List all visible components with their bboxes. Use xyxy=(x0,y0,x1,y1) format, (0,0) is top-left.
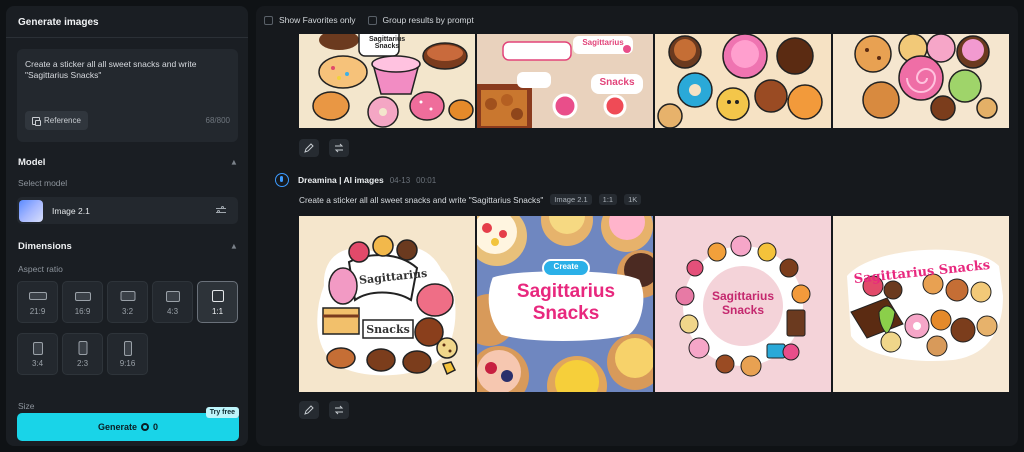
edit-button[interactable] xyxy=(299,139,319,157)
char-count: 68/800 xyxy=(205,116,230,125)
model-section-title: Model xyxy=(18,157,46,168)
prompt-text[interactable]: Create a sticker all all sweet snacks an… xyxy=(25,59,225,81)
generation-header: Dreamina | AI images 04-13 00:01 xyxy=(275,173,436,187)
ratio-label: 9:16 xyxy=(119,359,136,368)
regenerate-button[interactable] xyxy=(329,139,349,157)
size-label: Size xyxy=(18,401,35,411)
ratio-label: 16:9 xyxy=(74,307,91,316)
result-image[interactable]: Sagittarius Snacks xyxy=(477,34,653,128)
refresh-icon xyxy=(334,143,344,153)
app-root: Generate images Create a sticker all all… xyxy=(0,0,1024,452)
resolution-tag: 1K xyxy=(624,194,642,205)
generate-label: Generate xyxy=(97,422,137,432)
ratio-16-9[interactable]: 16:9 xyxy=(62,281,103,323)
ratio-9-16[interactable]: 9:16 xyxy=(107,333,148,375)
sticker-text: Sagittarius xyxy=(711,289,774,303)
try-free-badge: Try free xyxy=(205,407,239,418)
result-image[interactable]: Sagittarius Snacks xyxy=(299,216,475,392)
ratio-label: 21:9 xyxy=(29,307,46,316)
model-tag: Image 2.1 xyxy=(550,194,592,205)
chevron-up-icon[interactable]: ▼ xyxy=(230,158,238,167)
ratio-3-4[interactable]: 3:4 xyxy=(17,333,58,375)
sticker-badge: Create xyxy=(553,262,579,271)
sticker-art xyxy=(317,235,458,376)
dimensions-section-title: Dimensions xyxy=(18,241,72,252)
favorites-label[interactable]: Show Favorites only xyxy=(279,15,356,25)
ratio-label: 2:3 xyxy=(76,359,89,368)
ratio-label: 3:2 xyxy=(121,307,134,316)
sticker-text: Sagittarius Snacks xyxy=(369,36,406,50)
sticker-art xyxy=(657,34,823,128)
sticker-art xyxy=(854,34,998,121)
sticker-text: Snacks xyxy=(599,77,635,88)
sticker-art xyxy=(847,249,1003,361)
generate-cost: 0 xyxy=(153,422,159,432)
panel-title: Generate images xyxy=(6,6,248,38)
ratio-label: 3:4 xyxy=(31,359,44,368)
ratio-label: 4:3 xyxy=(166,307,179,316)
result-image[interactable] xyxy=(655,34,831,128)
ratio-1-1[interactable]: 1:1 xyxy=(197,281,238,323)
author-name: Dreamina | AI images xyxy=(298,175,384,185)
ratio-4-3[interactable]: 4:3 xyxy=(152,281,193,323)
filter-bar: Show Favorites only Group results by pro… xyxy=(264,15,474,25)
ratio-shape-icon xyxy=(120,291,135,301)
generation-date: 04-13 xyxy=(389,175,411,185)
generate-button[interactable]: Generate 0 Try free xyxy=(17,407,239,441)
generate-panel: Generate images Create a sticker all all… xyxy=(6,6,248,446)
result-image[interactable] xyxy=(833,34,1009,128)
dreamina-logo-icon xyxy=(275,173,289,187)
sticker-text: Sagittarius xyxy=(516,281,616,302)
ratio-shape-icon xyxy=(211,290,224,302)
sticker-text: Snacks xyxy=(721,303,765,317)
ratio-2-3[interactable]: 2:3 xyxy=(62,333,103,375)
pencil-icon xyxy=(304,143,314,153)
results-panel: Show Favorites only Group results by pro… xyxy=(256,6,1018,446)
top-image-row: Sagittarius Snacks Sagittarius Snacks xyxy=(299,34,1009,128)
chevron-up-icon[interactable]: ▼ xyxy=(230,242,238,251)
generation-prompt: Create a sticker all all sweet snacks an… xyxy=(299,194,544,205)
ratio-3-2[interactable]: 3:2 xyxy=(107,281,148,323)
ratio-shape-icon xyxy=(74,292,91,301)
reference-button[interactable]: Reference xyxy=(25,111,88,130)
edit-button[interactable] xyxy=(299,401,319,419)
aspect-ratio-label: Aspect ratio xyxy=(18,264,63,274)
model-name: Image 2.1 xyxy=(52,205,90,216)
result-image[interactable]: Sagittarius Snacks xyxy=(299,34,475,128)
ratio-label: 1:1 xyxy=(211,307,224,316)
group-checkbox[interactable] xyxy=(367,15,377,25)
ratio-shape-icon xyxy=(32,342,43,355)
ratio-21-9[interactable]: 21:9 xyxy=(17,281,58,323)
favorites-checkbox[interactable] xyxy=(264,15,273,25)
generation-time: 00:01 xyxy=(416,175,437,185)
ratio-shape-icon xyxy=(123,341,132,356)
reference-label: Reference xyxy=(44,116,81,125)
bottom-image-row: Sagittarius Snacks Create Sagittarius Sn… xyxy=(299,216,1009,392)
ratio-shape-icon xyxy=(165,291,180,302)
prompt-input[interactable]: Create a sticker all all sweet snacks an… xyxy=(17,49,238,142)
settings-sliders-icon[interactable] xyxy=(216,206,226,215)
sticker-text: Snacks xyxy=(532,303,600,324)
sticker-text: Sagittarius xyxy=(582,38,624,47)
select-model-label: Select model xyxy=(18,178,68,188)
model-selector[interactable]: Image 2.1 xyxy=(17,197,238,224)
ratio-tag: 1:1 xyxy=(598,194,618,205)
pencil-icon xyxy=(304,405,314,415)
credit-icon xyxy=(141,423,149,431)
generation-prompt-row: Create a sticker all all sweet snacks an… xyxy=(299,194,642,205)
ratio-shape-icon xyxy=(78,341,87,355)
regenerate-button[interactable] xyxy=(329,401,349,419)
reference-icon xyxy=(32,116,41,126)
result-image[interactable]: Sagittarius Snacks xyxy=(833,216,1009,392)
model-thumbnail xyxy=(19,199,43,222)
sticker-text: Snacks xyxy=(366,323,410,336)
result-image[interactable]: Sagittarius Snacks xyxy=(655,216,831,392)
group-label[interactable]: Group results by prompt xyxy=(383,15,474,25)
ratio-shape-icon xyxy=(28,292,47,300)
refresh-icon xyxy=(334,405,344,415)
result-image[interactable]: Create Sagittarius Snacks xyxy=(477,216,653,392)
